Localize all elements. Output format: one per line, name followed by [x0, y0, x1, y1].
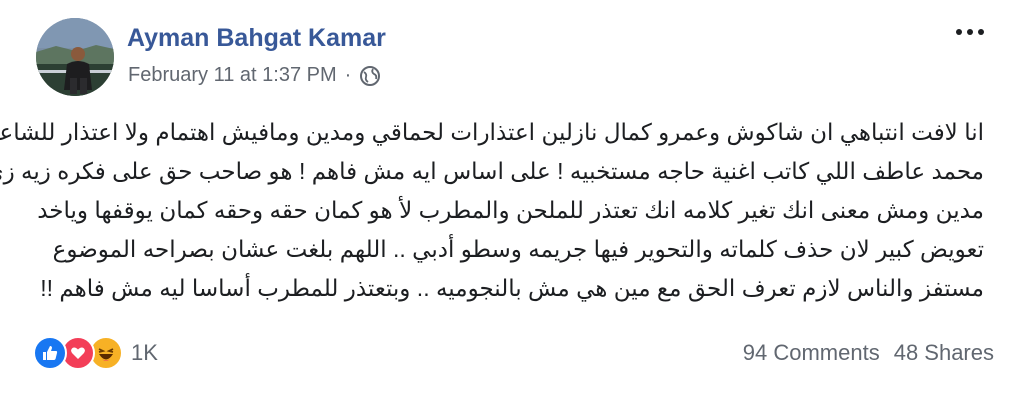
globe-icon[interactable] — [359, 65, 381, 87]
author-name[interactable]: Ayman Bahgat Kamar — [127, 24, 386, 53]
meta-separator: · — [344, 64, 352, 86]
more-options-icon[interactable] — [956, 24, 984, 40]
dot — [956, 29, 962, 35]
avatar-photo — [36, 18, 114, 96]
comments-count[interactable]: 94 Comments — [743, 340, 880, 366]
reactions-summary[interactable]: 1K — [33, 336, 158, 370]
post-text-line: محمد عاطف اللي كاتب اغنية حاجه مستخبيه !… — [0, 158, 984, 184]
post-text-line: مستفز والناس لازم تعرف الحق مع مين هي مش… — [40, 275, 984, 301]
avatar[interactable] — [36, 18, 114, 96]
reaction-count[interactable]: 1K — [131, 340, 158, 366]
post-text: انا لافت انتباهي ان شاكوش وعمرو كمال ناز… — [0, 113, 984, 308]
post-meta: February 11 at 1:37 PM · — [128, 64, 381, 87]
post-stats: 94 Comments 48 Shares — [743, 340, 994, 366]
post-text-line: مدين ومش معنى انك تغير كلامه انك تعتذر ل… — [37, 197, 984, 223]
dot — [978, 29, 984, 35]
post-text-line: تعويض كبير لان حذف كلماته والتحوير فيها … — [52, 236, 984, 262]
like-icon — [33, 336, 67, 370]
post-text-line: انا لافت انتباهي ان شاكوش وعمرو كمال ناز… — [0, 119, 984, 145]
dot — [967, 29, 973, 35]
shares-count[interactable]: 48 Shares — [894, 340, 994, 366]
post-timestamp[interactable]: February 11 at 1:37 PM — [128, 64, 337, 87]
